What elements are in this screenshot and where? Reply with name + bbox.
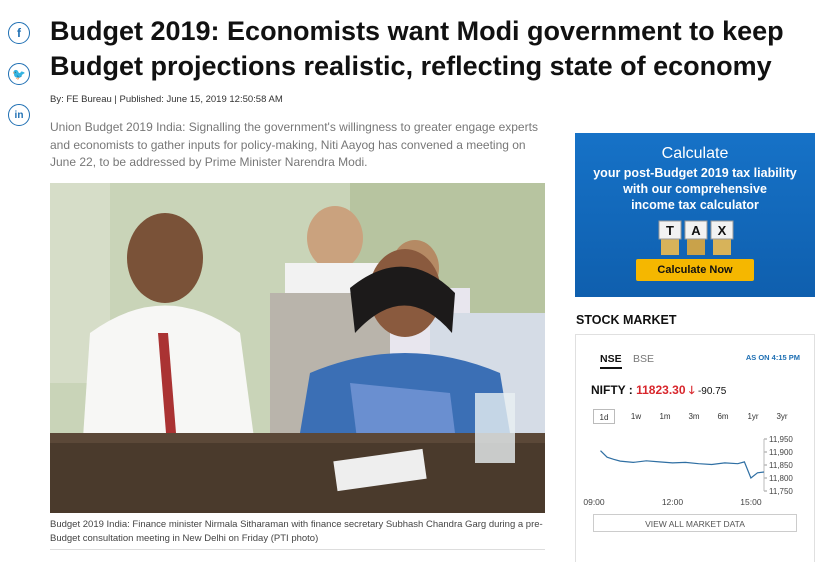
range-1w[interactable]: 1w bbox=[625, 409, 647, 424]
ad-subtitle-line: with our comprehensive bbox=[623, 182, 767, 196]
article-byline: By: FE Bureau | Published: June 15, 2019… bbox=[50, 94, 283, 105]
twitter-glyph: 🐦 bbox=[12, 68, 26, 81]
ad-subtitle-line: income tax calculator bbox=[631, 198, 759, 212]
x-tick-label: 15:00 bbox=[740, 497, 762, 507]
ad-title: Calculate bbox=[661, 145, 729, 162]
stock-market-widget: NSE BSE AS ON 4:15 PM NIFTY : 11823.30 🡓… bbox=[575, 334, 815, 562]
article-summary: Union Budget 2019 India: Signalling the … bbox=[50, 120, 538, 169]
index-name: NIFTY : bbox=[591, 383, 633, 397]
linkedin-share-icon[interactable]: in bbox=[8, 104, 30, 126]
y-tick-label: 11,950 bbox=[769, 435, 793, 444]
tax-calculator-ad[interactable]: Calculate your post-Budget 2019 tax liab… bbox=[575, 133, 815, 297]
range-3yr[interactable]: 3yr bbox=[771, 409, 793, 424]
range-3m[interactable]: 3m bbox=[683, 409, 705, 424]
range-6m[interactable]: 6m bbox=[712, 409, 734, 424]
tax-tile: A bbox=[691, 223, 701, 238]
photo-caption: Budget 2019 India: Finance minister Nirm… bbox=[50, 519, 543, 544]
range-1d[interactable]: 1d bbox=[593, 409, 615, 424]
article-photo[interactable] bbox=[50, 183, 545, 513]
y-tick-label: 11,850 bbox=[769, 461, 793, 470]
range-1m[interactable]: 1m bbox=[654, 409, 676, 424]
as-of-time: AS ON 4:15 PM bbox=[745, 353, 800, 362]
view-all-market-data-button[interactable]: VIEW ALL MARKET DATA bbox=[593, 514, 797, 532]
tax-tile: T bbox=[666, 223, 674, 238]
tax-coins-graphic: T A X bbox=[658, 220, 734, 255]
ad-subtitle: your post-Budget 2019 tax liability with… bbox=[575, 165, 815, 213]
nifty-intraday-chart: 11,950 11,900 11,850 11,800 11,750 09:00 12:00… bbox=[583, 435, 793, 507]
stock-market-heading: STOCK MARKET bbox=[576, 313, 677, 327]
index-quote: NIFTY : 11823.30 🡓 -90.75 bbox=[591, 382, 726, 401]
y-tick-label: 11,900 bbox=[769, 448, 793, 457]
tax-tile: X bbox=[718, 223, 727, 238]
x-tick-label: 12:00 bbox=[662, 497, 684, 507]
index-change: -90.75 bbox=[697, 386, 727, 397]
linkedin-glyph: in bbox=[14, 109, 24, 121]
ad-subtitle-line: your post-Budget 2019 tax liability bbox=[593, 166, 797, 180]
y-tick-label: 11,750 bbox=[769, 487, 793, 496]
nifty-series-line bbox=[600, 450, 765, 479]
index-value: 11823.30 bbox=[636, 383, 686, 397]
article-headline: Budget 2019: Economists want Modi govern… bbox=[50, 16, 784, 81]
twitter-share-icon[interactable]: 🐦 bbox=[8, 63, 30, 85]
photo-illustration bbox=[50, 183, 545, 513]
tab-nse[interactable]: NSE bbox=[600, 353, 622, 369]
range-selector: 1d 1w 1m 3m 6m 1yr 3yr bbox=[591, 409, 806, 427]
tab-bse[interactable]: BSE bbox=[633, 353, 654, 365]
down-arrow-icon: 🡓 bbox=[688, 385, 695, 397]
x-tick-label: 09:00 bbox=[583, 497, 605, 507]
calculate-now-button[interactable]: Calculate Now bbox=[636, 259, 754, 281]
caption-divider bbox=[50, 549, 545, 550]
y-tick-label: 11,800 bbox=[769, 474, 793, 483]
range-1yr[interactable]: 1yr bbox=[742, 409, 764, 424]
facebook-share-icon[interactable]: f bbox=[8, 22, 30, 44]
facebook-glyph: f bbox=[17, 26, 21, 40]
